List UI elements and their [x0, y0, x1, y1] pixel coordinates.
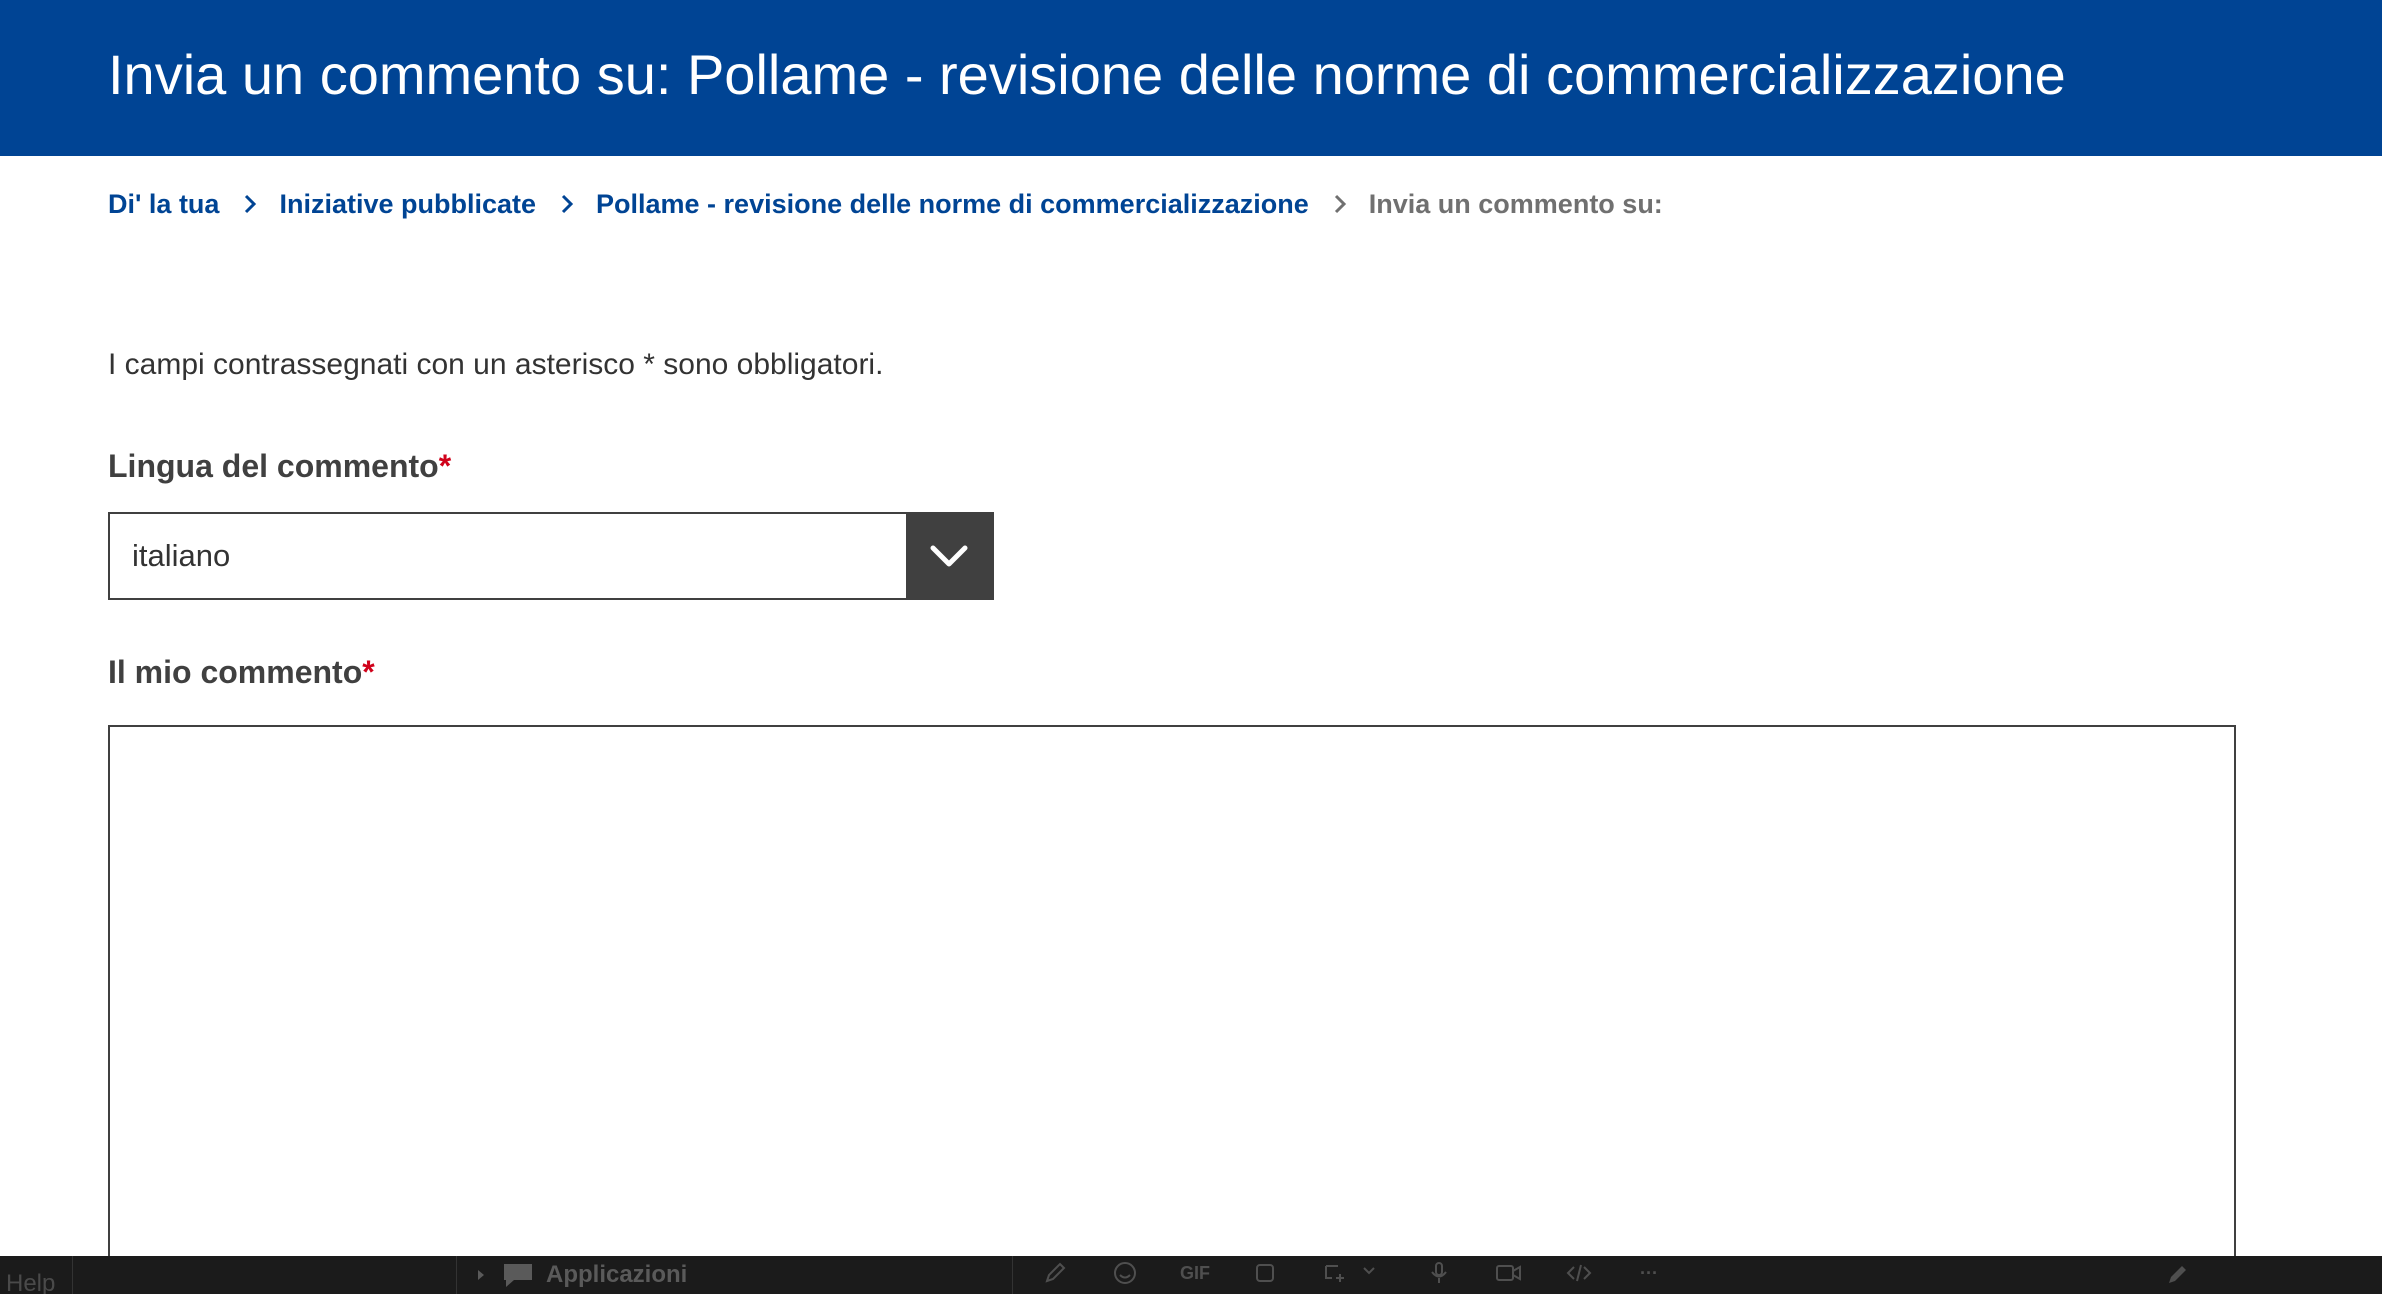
taskbar-divider [1012, 1256, 1013, 1294]
page-title: Invia un commento su: Pollame - revision… [108, 43, 2066, 106]
caret-right-icon [478, 1270, 484, 1280]
comment-textarea[interactable] [108, 725, 2236, 1294]
chevron-down-icon [930, 545, 968, 567]
breadcrumb-link-dila-tua[interactable]: Di' la tua [108, 189, 219, 220]
page-header: Invia un commento su: Pollame - revision… [0, 0, 2382, 156]
code-snippet-icon[interactable] [1564, 1260, 1594, 1286]
compose-toolbar: GIF ··· [1040, 1260, 1704, 1286]
language-dropdown-button[interactable] [906, 514, 992, 598]
language-select[interactable]: italiano [108, 512, 994, 600]
apps-label: Applicazioni [546, 1261, 688, 1288]
chevron-right-icon [556, 193, 578, 215]
language-select-value: italiano [132, 538, 231, 573]
pencil-icon[interactable] [1040, 1260, 1070, 1286]
language-label-text: Lingua del commento [108, 448, 439, 484]
taskbar-divider [72, 1256, 73, 1294]
language-field-label: Lingua del commento* [108, 448, 451, 485]
video-clip-icon[interactable] [1494, 1260, 1524, 1286]
sticker-icon[interactable] [1250, 1260, 1280, 1286]
taskbar-divider [456, 1256, 457, 1294]
chevron-right-icon [239, 193, 261, 215]
gif-icon[interactable]: GIF [1180, 1260, 1210, 1286]
required-asterisk: * [438, 448, 452, 484]
chevron-down-icon[interactable] [1354, 1260, 1384, 1286]
required-asterisk: * [362, 654, 375, 690]
microphone-icon[interactable] [1424, 1260, 1454, 1286]
breadcrumb-link-initiative[interactable]: Pollame - revisione delle norme di comme… [596, 189, 1309, 220]
bottom-taskbar: Help Applicazioni GIF ··· [0, 1256, 2382, 1294]
chat-bubble-icon [504, 1264, 532, 1287]
comment-field-label: Il mio commento* [108, 654, 375, 691]
help-label[interactable]: Help [6, 1270, 55, 1294]
comment-label-text: Il mio commento [108, 654, 363, 690]
required-fields-note: I campi contrassegnati con un asterisco … [108, 348, 884, 381]
chevron-right-icon [1329, 193, 1351, 215]
loop-component-icon[interactable] [1320, 1260, 1350, 1286]
breadcrumb-current: Invia un commento su: [1368, 188, 1663, 219]
more-options-icon[interactable]: ··· [1634, 1260, 1664, 1286]
edit-icon[interactable] [2164, 1262, 2190, 1288]
breadcrumb-link-iniziative[interactable]: Iniziative pubblicate [279, 189, 536, 220]
emoji-icon[interactable] [1110, 1260, 1140, 1286]
apps-section[interactable]: Applicazioni [476, 1260, 687, 1290]
breadcrumb: Di' la tua Iniziative pubblicate Pollame… [108, 186, 1663, 222]
